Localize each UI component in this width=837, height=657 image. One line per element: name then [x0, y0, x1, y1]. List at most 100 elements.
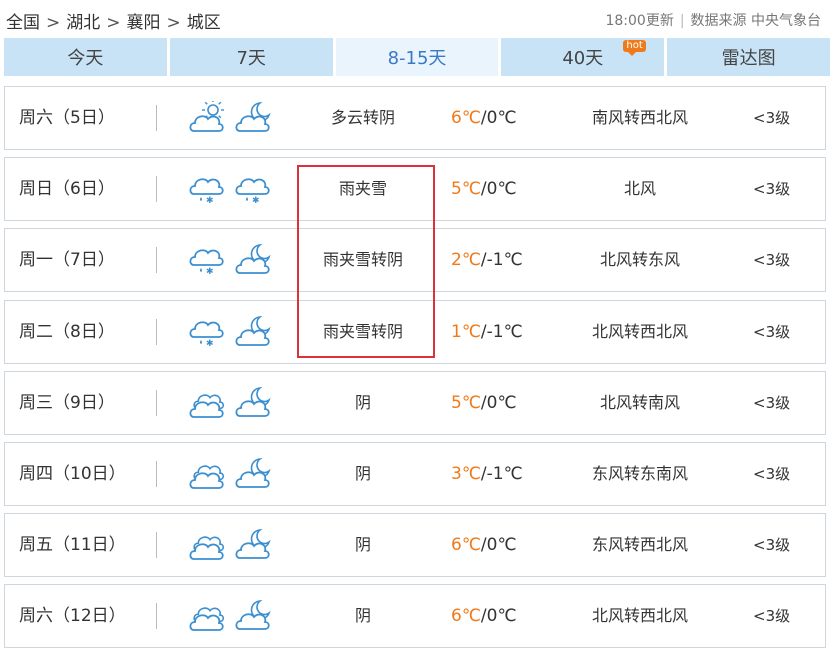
temperature: 5℃/0℃ — [451, 158, 561, 220]
wind-level: <3级 — [753, 536, 791, 555]
tab-radar[interactable]: 雷达图 — [667, 38, 830, 76]
weather-icons: ✱ ✱ — [188, 172, 272, 206]
high-temp: 6℃ — [451, 108, 481, 128]
wind-level: <3级 — [753, 393, 791, 412]
row-divider — [156, 603, 157, 630]
temperature: 6℃/0℃ — [451, 585, 561, 647]
low-temp: /0℃ — [480, 392, 517, 413]
wind-level: <3级 — [753, 465, 791, 483]
breadcrumb-separator: > — [106, 13, 121, 33]
breadcrumb-link-country[interactable]: 全国 — [6, 13, 40, 33]
wind-direction: 北风转东风 — [599, 250, 680, 270]
wind-level: <3级 — [753, 322, 791, 341]
forecast-row: 周六（5日） 多云转阴 6℃/0℃ 南风转西北风 <3级 — [4, 86, 826, 150]
forecast-row: 周日（6日） ✱ ✱ 雨夹雪 5℃/0℃ 北风 <3级 — [4, 157, 826, 222]
forecast-tabs: 今天 7天 8-15天 40天 hot 雷达图 — [4, 38, 830, 76]
svg-text:✱: ✱ — [206, 196, 214, 206]
day-label: 周六（12日） — [19, 606, 126, 627]
breadcrumb-link-city[interactable]: 襄阳 — [127, 13, 161, 33]
weather-icons: ✱ — [188, 243, 272, 277]
forecast-row: 周六（12日） 阴 6℃/0℃ 北风转西北风 <3级 — [4, 584, 826, 649]
high-temp: 5℃ — [451, 179, 481, 200]
temperature: 1℃/-1℃ — [451, 301, 561, 363]
breadcrumb-current-district: 城区 — [186, 13, 221, 33]
forecast-row: 周二（8日） ✱ 雨夹雪转阴 1℃/-1℃ 北风转西北风 <3级 — [4, 299, 826, 364]
svg-text:✱: ✱ — [206, 339, 214, 349]
svg-text:✱: ✱ — [206, 267, 214, 277]
wind-direction: 北风转西北风 — [591, 606, 688, 626]
weather-condition: 阴 — [354, 464, 371, 483]
day-label: 周六（5日） — [19, 108, 115, 128]
tab-8-15-days[interactable]: 8-15天 — [335, 38, 499, 76]
weather-condition: 阴 — [354, 606, 371, 626]
weather-condition: 雨夹雪转阴 — [322, 321, 403, 341]
low-temp: /0℃ — [480, 535, 517, 556]
row-divider — [156, 247, 157, 274]
high-temp: 6℃ — [451, 606, 481, 627]
wind-direction: 南风转西北风 — [591, 108, 688, 127]
low-temp: /0℃ — [480, 108, 517, 128]
high-temp: 3℃ — [451, 464, 481, 484]
weather-icons — [188, 101, 272, 135]
day-label: 周一（7日） — [19, 250, 115, 271]
breadcrumb-link-province[interactable]: 湖北 — [66, 13, 100, 33]
forecast-row: 周四（10日） 阴 3℃/-1℃ 东风转东南风 <3级 — [4, 442, 826, 506]
day-label: 周三（9日） — [19, 392, 115, 413]
wind-direction: 北风转西北风 — [591, 321, 688, 341]
weather-icons — [188, 528, 272, 562]
low-temp: /0℃ — [480, 606, 517, 627]
row-divider — [156, 318, 157, 345]
row-divider — [156, 389, 157, 416]
low-temp: /0℃ — [480, 179, 517, 200]
forecast-row: 周一（7日） ✱ 雨夹雪转阴 2℃/-1℃ 北风转东风 <3级 — [4, 228, 826, 293]
low-temp: /-1℃ — [480, 321, 523, 342]
wind-level: <3级 — [753, 607, 791, 626]
wind-level: <3级 — [753, 109, 791, 127]
svg-text:✱: ✱ — [252, 196, 260, 206]
tab-label: 雷达图 — [721, 48, 776, 69]
wind-level: <3级 — [753, 180, 791, 199]
temperature: 5℃/0℃ — [451, 372, 561, 434]
row-divider — [156, 461, 157, 487]
tab-today[interactable]: 今天 — [4, 38, 167, 76]
tab-40-days[interactable]: 40天 hot — [501, 38, 665, 76]
temperature: 2℃/-1℃ — [451, 229, 561, 291]
forecast-row: 周三（9日） 阴 5℃/0℃ 北风转南风 <3级 — [4, 370, 826, 435]
weather-condition: 多云转阴 — [330, 108, 395, 127]
day-label: 周五（11日） — [19, 535, 126, 556]
tab-7-days[interactable]: 7天 — [169, 38, 333, 76]
wind-direction: 东风转西北风 — [591, 535, 688, 555]
temperature: 6℃/0℃ — [451, 514, 561, 576]
day-label: 周二（8日） — [19, 321, 115, 342]
low-temp: /-1℃ — [480, 464, 523, 484]
weather-icons: ✱ — [188, 315, 272, 349]
meta-divider: | — [679, 13, 685, 29]
weather-condition: 雨夹雪转阴 — [322, 250, 403, 270]
row-divider — [156, 176, 157, 203]
hot-badge: hot — [623, 40, 646, 56]
forecast-row: 周五（11日） 阴 6℃/0℃ 东风转西北风 <3级 — [4, 513, 826, 578]
update-meta: 18:00更新 | 数据来源 中央气象台 — [605, 10, 821, 30]
high-temp: 2℃ — [451, 250, 481, 271]
row-divider — [156, 105, 157, 131]
breadcrumb-separator: > — [166, 13, 181, 33]
wind-level: <3级 — [753, 251, 791, 270]
weather-icons — [188, 457, 272, 491]
tab-label: 40天 — [562, 48, 604, 69]
low-temp: /-1℃ — [480, 250, 523, 271]
breadcrumb: 全国 > 湖北 > 襄阳 > 城区 — [6, 8, 221, 33]
temperature: 3℃/-1℃ — [451, 443, 561, 505]
temperature: 6℃/0℃ — [451, 87, 561, 149]
weather-condition: 雨夹雪 — [338, 179, 387, 199]
weather-condition: 阴 — [354, 535, 371, 555]
tab-label: 今天 — [67, 48, 104, 69]
update-time: 18:00更新 — [605, 13, 674, 29]
tab-label: 8-15天 — [387, 48, 447, 69]
weather-icons — [188, 386, 272, 420]
tab-label: 7天 — [236, 48, 266, 69]
high-temp: 6℃ — [451, 535, 481, 556]
data-source: 数据来源 中央气象台 — [690, 13, 821, 29]
day-label: 周四（10日） — [19, 464, 126, 484]
high-temp: 1℃ — [451, 321, 481, 342]
breadcrumb-separator: > — [46, 13, 61, 33]
